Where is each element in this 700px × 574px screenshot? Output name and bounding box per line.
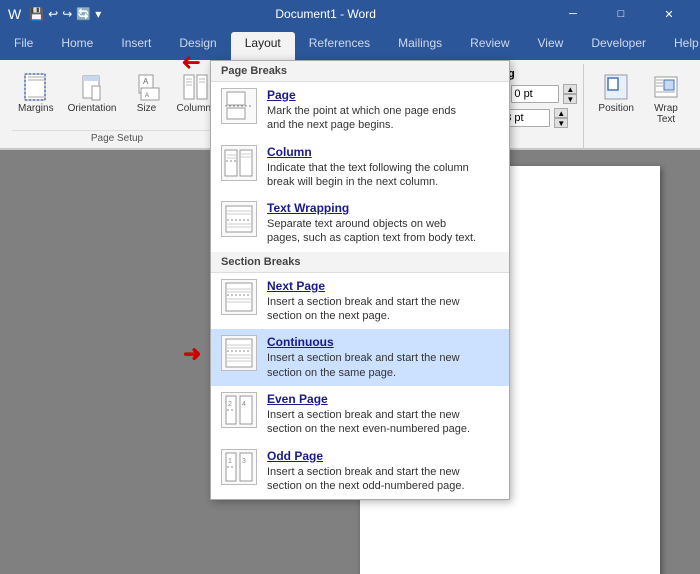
repeat-qat-btn[interactable]: 🔄 [76,7,91,21]
spacing-before-input[interactable] [511,85,559,103]
break-next-page-icon [221,279,257,315]
break-page-text: Page Mark the point at which one page en… [267,88,499,133]
tab-file[interactable]: File [0,32,47,60]
break-column-title: Column [267,145,499,159]
tab-view[interactable]: View [524,32,578,60]
spacing-before-spinner: ▲ ▼ [563,84,577,104]
break-column-icon [221,145,257,181]
svg-text:3: 3 [242,458,246,465]
word-icon: W [8,6,21,22]
size-icon: A A [131,71,163,103]
page-setup-label: Page Setup [12,130,222,144]
tab-help[interactable]: Help [660,32,700,60]
window-controls: ─ □ ✕ [550,0,692,28]
break-even-page-item[interactable]: 2 4 Even Page Insert a section break and… [211,386,509,443]
break-page-title: Page [267,88,499,102]
break-page-item[interactable]: Page Mark the point at which one page en… [211,82,509,139]
spacing-before-up[interactable]: ▲ [563,84,577,94]
break-odd-page-desc: Insert a section break and start the new… [267,465,499,494]
quick-access-toolbar: W 💾 ↩ ↪ 🔄 ▾ [8,6,101,22]
orientation-button[interactable]: Orientation [62,68,123,117]
break-next-page-desc: Insert a section break and start the new… [267,295,499,324]
orientation-label: Orientation [68,103,117,114]
break-continuous-item[interactable]: Continuous Insert a section break and st… [211,329,509,386]
tab-references[interactable]: References [295,32,384,60]
section-red-arrow: ➜ [183,341,201,367]
page-setup-group: Margins Orientation [4,64,231,148]
break-text-wrapping-icon [221,201,257,237]
break-column-desc: Indicate that the text following the col… [267,161,499,190]
position-button[interactable]: Position [592,68,640,128]
break-page-icon [221,88,257,124]
break-odd-page-text: Odd Page Insert a section break and star… [267,449,499,494]
redo-qat-btn[interactable]: ↪ [62,7,72,21]
undo-qat-btn[interactable]: ↩ [48,7,58,21]
break-text-wrapping-text: Text Wrapping Separate text around objec… [267,201,499,246]
minimize-button[interactable]: ─ [550,0,596,28]
tab-mailings[interactable]: Mailings [384,32,456,60]
tab-home[interactable]: Home [47,32,107,60]
margins-label: Margins [18,103,54,114]
page-breaks-header: Page Breaks [211,61,509,82]
wrap-text-label: WrapText [654,103,678,125]
break-odd-page-item[interactable]: 1 3 Odd Page Insert a section break and … [211,443,509,500]
tab-insert[interactable]: Insert [107,32,165,60]
columns-red-arrow: ➜ [181,50,201,74]
break-page-desc: Mark the point at which one page endsand… [267,104,499,133]
break-column-item[interactable]: Column Indicate that the text following … [211,139,509,196]
break-even-page-desc: Insert a section break and start the new… [267,408,499,437]
break-even-page-icon: 2 4 [221,392,257,428]
ribbon-tab-bar: File Home Insert Design Layout Reference… [0,28,700,60]
break-odd-page-icon: 1 3 [221,449,257,485]
section-breaks-header: Section Breaks [211,252,509,273]
break-continuous-desc: Insert a section break and start the new… [267,351,499,380]
close-button[interactable]: ✕ [646,0,692,28]
svg-text:2: 2 [228,401,232,408]
break-continuous-text: Continuous Insert a section break and st… [267,335,499,380]
margins-icon [20,71,52,103]
break-next-page-title: Next Page [267,279,499,293]
break-continuous-title: Continuous [267,335,499,349]
title-bar: W 💾 ↩ ↪ 🔄 ▾ Document1 - Word ─ □ ✕ [0,0,700,28]
svg-text:1: 1 [228,458,232,465]
spacing-before-down[interactable]: ▼ [563,94,577,104]
maximize-button[interactable]: □ [598,0,644,28]
save-qat-btn[interactable]: 💾 [29,7,44,21]
break-next-page-item[interactable]: Next Page Insert a section break and sta… [211,273,509,330]
break-text-wrapping-title: Text Wrapping [267,201,499,215]
size-button[interactable]: A A Size [125,68,169,117]
orientation-icon [76,71,108,103]
svg-text:A: A [145,93,149,99]
breaks-dropdown: Page Breaks Page Mark the point at which… [210,60,510,500]
size-label: Size [137,103,156,114]
position-icon [600,71,632,103]
wrap-text-icon [650,71,682,103]
spacing-after-up[interactable]: ▲ [554,108,568,118]
tab-layout[interactable]: Layout [231,32,295,60]
ribbon-content: Margins Orientation [0,60,700,149]
break-next-page-text: Next Page Insert a section break and sta… [267,279,499,324]
window-title: Document1 - Word [101,7,550,21]
break-continuous-icon [221,335,257,371]
tab-review[interactable]: Review [456,32,523,60]
break-column-text: Column Indicate that the text following … [267,145,499,190]
ribbon: Margins Orientation [0,60,700,150]
spacing-after-spinner: ▲ ▼ [554,108,568,128]
spacing-after-down[interactable]: ▼ [554,118,568,128]
wrap-text-button[interactable]: WrapText [644,68,688,128]
margins-button[interactable]: Margins [12,68,60,117]
break-odd-page-title: Odd Page [267,449,499,463]
svg-text:4: 4 [242,401,246,408]
tab-developer[interactable]: Developer [577,32,660,60]
arrange-group: Position WrapText [584,64,696,148]
arrange-buttons: Position WrapText [592,68,688,128]
svg-text:A: A [143,77,149,86]
position-label: Position [598,103,634,114]
break-even-page-text: Even Page Insert a section break and sta… [267,392,499,437]
page-setup-buttons: Margins Orientation [12,68,222,117]
break-text-wrapping-desc: Separate text around objects on webpages… [267,217,499,246]
break-even-page-title: Even Page [267,392,499,406]
break-text-wrapping-item[interactable]: Text Wrapping Separate text around objec… [211,195,509,252]
